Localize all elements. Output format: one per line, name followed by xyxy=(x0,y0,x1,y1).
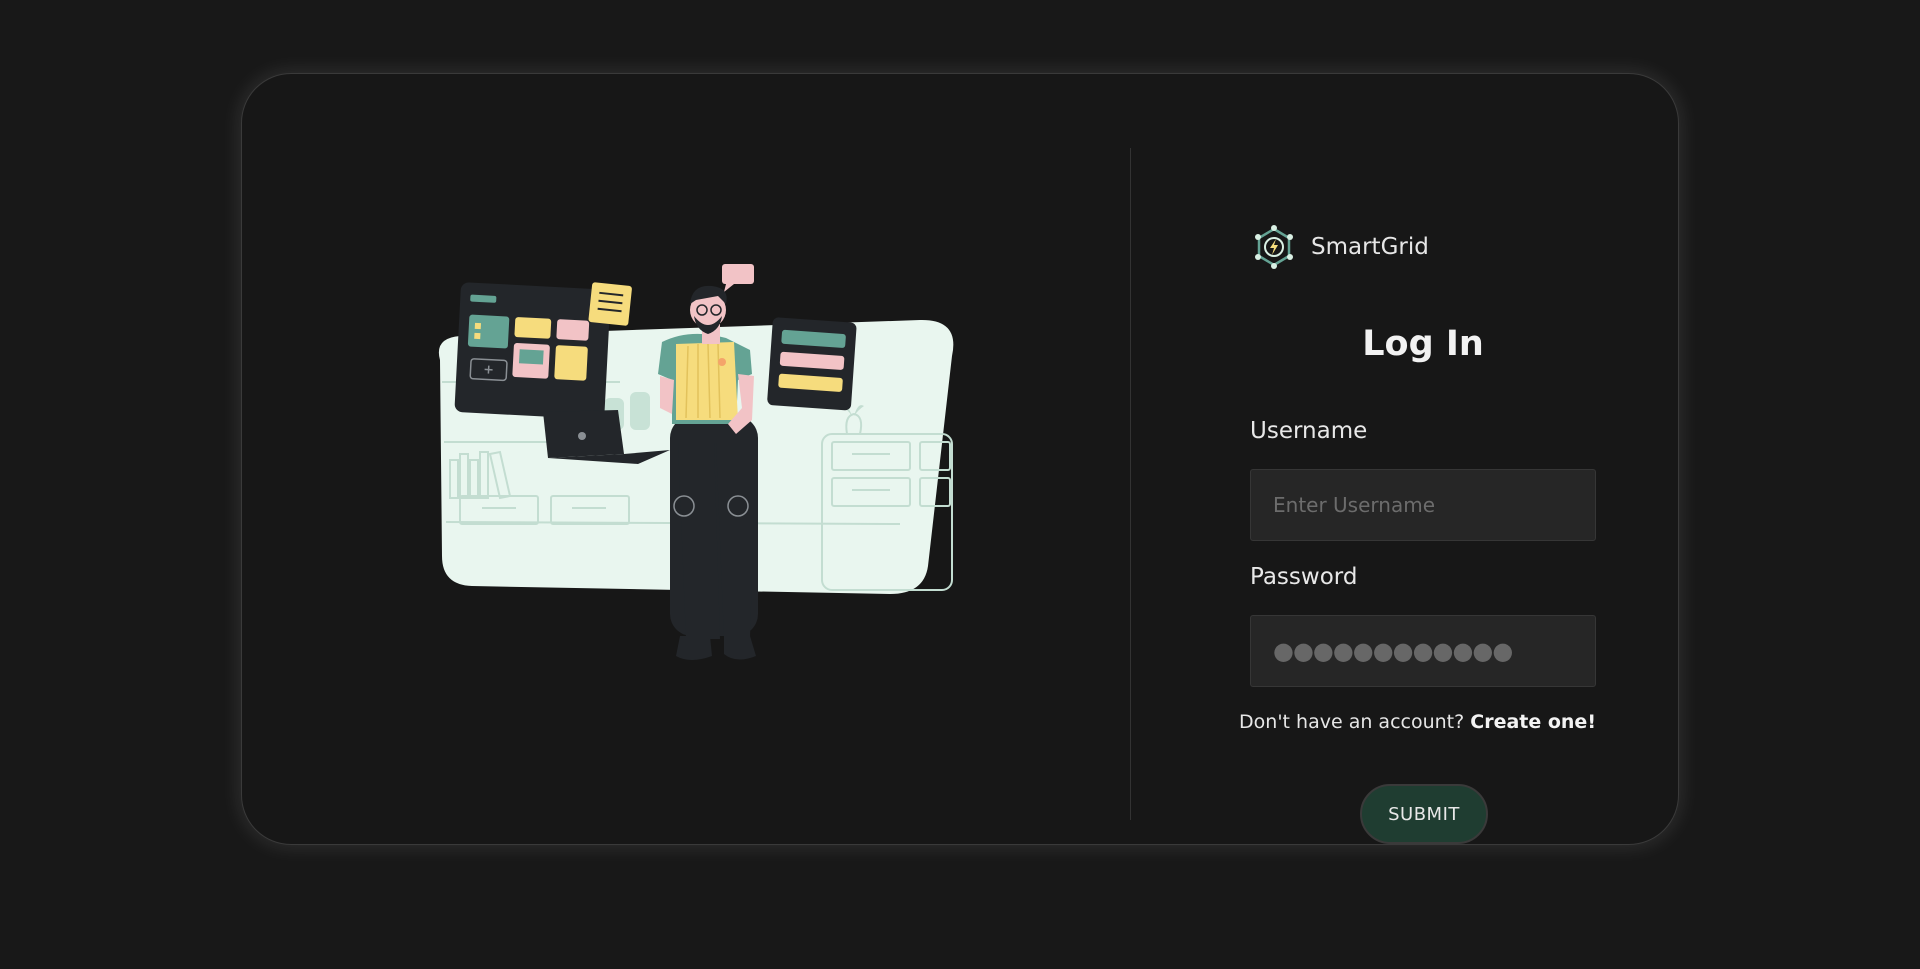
create-account-link[interactable]: Create one! xyxy=(1470,711,1596,733)
circuit-lightning-icon xyxy=(1255,225,1293,269)
person-with-dashboard-illustration xyxy=(438,264,954,660)
submit-button[interactable]: SUBMIT xyxy=(1360,784,1488,844)
brand: SmartGrid xyxy=(1250,222,1429,272)
signup-prompt-text: Don't have an account? xyxy=(1239,711,1465,733)
page-title: Log In xyxy=(1362,324,1484,364)
login-card: SmartGrid Log In Username Password Don't… xyxy=(241,73,1679,845)
brand-name: SmartGrid xyxy=(1311,234,1429,260)
username-input[interactable] xyxy=(1250,469,1596,541)
vertical-divider xyxy=(1130,148,1131,820)
signup-prompt-row: Don't have an account? Create one! xyxy=(1239,711,1596,733)
password-input[interactable] xyxy=(1250,615,1596,687)
password-label: Password xyxy=(1250,564,1358,590)
login-form-panel: SmartGrid Log In Username Password Don't… xyxy=(1239,146,1596,846)
username-label: Username xyxy=(1250,418,1368,444)
